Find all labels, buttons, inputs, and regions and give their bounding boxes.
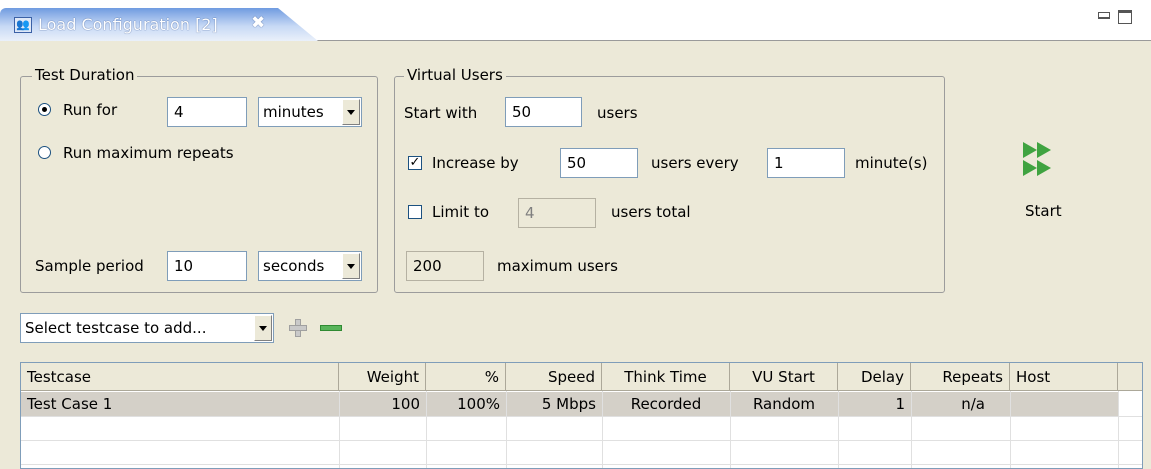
max-users-label: maximum users bbox=[497, 257, 618, 275]
start-label: Start bbox=[1025, 202, 1062, 220]
cell-host bbox=[1010, 392, 1118, 416]
column-header-filler bbox=[1118, 363, 1142, 391]
sample-period-input[interactable]: 10 bbox=[167, 251, 247, 281]
start-with-input[interactable]: 50 bbox=[505, 97, 582, 127]
run-for-unit-select[interactable]: minutes bbox=[258, 97, 362, 127]
chevron-down-icon[interactable] bbox=[254, 315, 272, 341]
tab-title[interactable]: Load Configuration [2] bbox=[38, 15, 218, 34]
minutes-label: minute(s) bbox=[855, 154, 928, 172]
play-icon bbox=[1019, 142, 1071, 176]
run-for-input[interactable]: 4 bbox=[167, 97, 247, 127]
column-divider bbox=[426, 391, 427, 468]
column-header-delay[interactable]: Delay bbox=[838, 363, 911, 391]
column-divider bbox=[730, 391, 731, 468]
increase-by-input[interactable]: 50 bbox=[560, 148, 638, 178]
column-divider bbox=[838, 391, 839, 468]
users-total-label: users total bbox=[611, 203, 691, 221]
sample-period-unit-select[interactable]: seconds bbox=[258, 251, 362, 281]
column-header-percent[interactable]: % bbox=[426, 363, 506, 391]
every-minutes-input[interactable]: 1 bbox=[767, 148, 845, 178]
increase-by-label: Increase by bbox=[432, 154, 519, 172]
row-divider bbox=[21, 416, 1142, 417]
cell-think-time: Recorded bbox=[630, 395, 702, 413]
column-header-think-time[interactable]: Think Time bbox=[602, 363, 730, 391]
column-header-vu-start[interactable]: VU Start bbox=[730, 363, 838, 391]
cell-delay: 1 bbox=[895, 395, 905, 413]
column-divider bbox=[1010, 391, 1011, 468]
limit-to-checkbox[interactable] bbox=[408, 205, 422, 219]
run-for-label: Run for bbox=[63, 101, 118, 119]
increase-by-checkbox[interactable]: ✓ bbox=[408, 156, 422, 170]
radio-selected-dot bbox=[42, 107, 47, 112]
check-icon: ✓ bbox=[409, 155, 421, 170]
row-divider bbox=[21, 464, 1142, 465]
max-users-field: 200 bbox=[406, 251, 484, 281]
limit-to-input: 4 bbox=[518, 198, 596, 228]
plus-icon[interactable] bbox=[289, 319, 307, 337]
column-divider bbox=[602, 391, 603, 468]
run-for-radio[interactable] bbox=[38, 103, 51, 116]
minus-icon[interactable] bbox=[320, 325, 342, 331]
column-header-host[interactable]: Host bbox=[1010, 363, 1118, 391]
chevron-down-icon[interactable] bbox=[342, 253, 360, 279]
column-header-weight[interactable]: Weight bbox=[339, 363, 426, 391]
users-every-label: users every bbox=[651, 154, 739, 172]
cell-weight: 100 bbox=[391, 395, 420, 413]
cell-speed: 5 Mbps bbox=[541, 395, 596, 413]
column-header-testcase[interactable]: Testcase bbox=[21, 363, 339, 391]
sample-period-unit-value: seconds bbox=[263, 257, 325, 275]
users-icon: 👥 bbox=[14, 17, 32, 33]
testcase-select[interactable]: Select testcase to add... bbox=[20, 313, 274, 343]
close-icon[interactable]: ✖ bbox=[251, 13, 265, 33]
column-header-repeats[interactable]: Repeats bbox=[911, 363, 1010, 391]
cell-vu-start: Random bbox=[752, 395, 816, 413]
start-users-label: users bbox=[597, 104, 638, 122]
limit-to-label: Limit to bbox=[432, 203, 490, 221]
test-duration-legend: Test Duration bbox=[32, 66, 138, 84]
start-button[interactable]: Start bbox=[1015, 138, 1077, 228]
column-header-speed[interactable]: Speed bbox=[506, 363, 602, 391]
cell-repeats: n/a bbox=[961, 395, 985, 413]
run-for-unit-value: minutes bbox=[263, 103, 324, 121]
maximize-icon[interactable] bbox=[1118, 10, 1132, 24]
chevron-down-icon[interactable] bbox=[342, 99, 360, 125]
testcase-select-value: Select testcase to add... bbox=[25, 319, 207, 337]
column-divider bbox=[339, 391, 340, 468]
column-divider bbox=[506, 391, 507, 468]
column-divider bbox=[1118, 391, 1119, 468]
virtual-users-legend: Virtual Users bbox=[404, 66, 506, 84]
minimize-icon[interactable] bbox=[1098, 12, 1110, 19]
column-divider bbox=[911, 391, 912, 468]
testcase-table[interactable]: Testcase Weight % Speed Think Time VU St… bbox=[20, 362, 1143, 469]
sample-period-label: Sample period bbox=[35, 257, 144, 275]
cell-testcase: Test Case 1 bbox=[27, 395, 113, 413]
row-divider bbox=[21, 440, 1142, 441]
run-max-repeats-label: Run maximum repeats bbox=[63, 144, 234, 162]
start-with-label: Start with bbox=[404, 104, 478, 122]
run-max-repeats-radio[interactable] bbox=[38, 146, 51, 159]
cell-percent: 100% bbox=[457, 395, 500, 413]
